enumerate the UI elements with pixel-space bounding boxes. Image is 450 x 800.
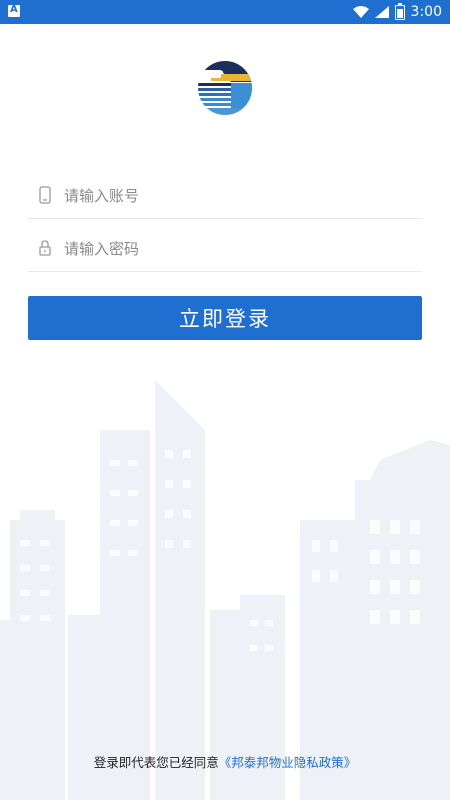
privacy-agreement: 登录即代表您已经同意《邦泰邦物业隐私政策》 bbox=[0, 752, 450, 771]
lock-icon bbox=[39, 240, 51, 256]
password-field[interactable] bbox=[28, 225, 422, 273]
building-logo bbox=[198, 61, 252, 115]
status-time: 3:00 bbox=[410, 4, 442, 20]
account-input[interactable] bbox=[62, 172, 406, 220]
status-icons: 3:00 bbox=[352, 2, 442, 22]
agreement-text: 登录即代表您已经同意 bbox=[93, 755, 219, 770]
login-button[interactable]: 立即登录 bbox=[28, 296, 422, 340]
password-input[interactable] bbox=[62, 225, 406, 273]
signal-icon bbox=[374, 6, 389, 18]
account-field[interactable] bbox=[28, 172, 422, 220]
privacy-policy-link[interactable]: 《邦泰邦物业隐私政策》 bbox=[219, 755, 357, 770]
status-bar: 3:00 bbox=[0, 0, 450, 24]
battery-icon bbox=[394, 2, 405, 20]
phone-icon bbox=[39, 186, 51, 204]
wifi-icon bbox=[352, 6, 369, 18]
city-skyline-illustration bbox=[0, 380, 450, 800]
app-notification-icon bbox=[8, 4, 20, 17]
